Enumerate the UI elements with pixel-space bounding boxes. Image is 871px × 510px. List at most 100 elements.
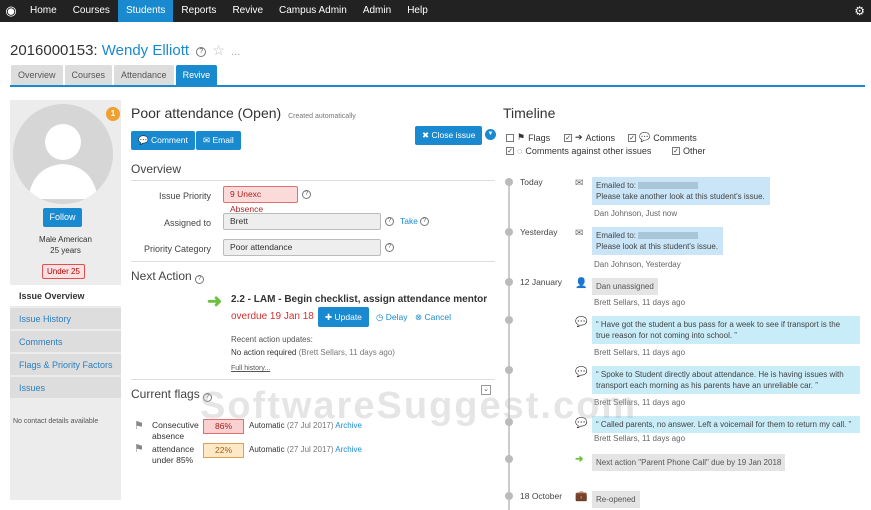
help-icon[interactable]: ?	[385, 243, 394, 252]
overview-heading: Overview	[131, 162, 182, 176]
help-icon[interactable]: ?	[203, 393, 213, 402]
comment-line-2: transport each morning as his parents ha…	[596, 381, 818, 390]
more-ellipsis[interactable]: ...	[231, 46, 240, 58]
help-icon[interactable]: ?	[195, 275, 205, 284]
gear-icon[interactable]: ⚙	[854, 4, 865, 18]
checkbox[interactable]: ✓	[672, 147, 680, 155]
comment-button[interactable]: 💬 Comment	[131, 131, 195, 150]
filter-flags-label: Flags	[528, 132, 551, 143]
envelope-icon: ✉	[575, 178, 584, 189]
email-body: Please take another look at this student…	[596, 192, 765, 201]
delay-link[interactable]: ◷ Delay	[376, 312, 408, 323]
sidebar-item-comments[interactable]: Comments	[10, 331, 121, 354]
nav-home[interactable]: Home	[22, 0, 65, 22]
comment-line-1: “ Spoke to Student directly about attend…	[596, 370, 844, 379]
nav-help[interactable]: Help	[399, 0, 436, 22]
comment-icon: 💬	[639, 132, 651, 142]
nav-reports[interactable]: Reports	[173, 0, 224, 22]
email-recipient-label: Emailed to:	[596, 180, 766, 191]
issue-title-text: Poor attendance (Open)	[131, 105, 282, 121]
student-tabs: Overview Courses Attendance Revive	[11, 65, 218, 85]
filter-comments[interactable]: ✓ 💬 Comments	[628, 132, 697, 143]
comment-line-2: true reason for not coming into school. …	[596, 331, 737, 340]
timeline-meta: Brett Sellars, 11 days ago	[594, 398, 686, 407]
comment-outline-icon: ◌	[517, 146, 523, 156]
close-issue-button[interactable]: ✖ Close issue	[415, 126, 483, 145]
take-link[interactable]: Take	[400, 216, 418, 226]
sidebar-item-issues[interactable]: Issues	[10, 377, 121, 400]
cancel-label: Cancel	[424, 312, 451, 322]
tab-overview[interactable]: Overview	[11, 65, 63, 85]
star-icon[interactable]: ☆	[212, 42, 225, 58]
envelope-icon: ✉	[575, 228, 584, 239]
recent-updates-label: Recent action updates:	[231, 335, 313, 344]
email-body: Please look at this student's issue.	[596, 242, 719, 251]
plus-icon: ✚	[325, 312, 333, 322]
nav-revive[interactable]: Revive	[224, 0, 271, 22]
checkbox[interactable]	[506, 133, 514, 142]
filter-actions[interactable]: ✓ ➔ Actions	[564, 132, 615, 143]
filter-other-issues-label: Comments against other issues	[525, 146, 652, 156]
sidebar-item-issue-overview[interactable]: Issue Overview	[10, 285, 121, 308]
flag-source: Automatic	[249, 445, 285, 454]
timeline-reopened-entry: Re-opened	[592, 491, 640, 508]
divider	[131, 180, 495, 181]
flag-percentage: 22%	[203, 443, 244, 458]
timeline-unassign-entry: Dan unassigned	[592, 278, 658, 295]
filter-other[interactable]: ✓ Other	[672, 146, 706, 156]
chevron-down-icon[interactable]: ▼	[485, 129, 496, 140]
demographics: Male American 25 years	[10, 234, 121, 256]
timeline-comment-entry: “ Called parents, no answer. Left a voic…	[592, 416, 860, 433]
student-sidebar: 1 Follow Male American 25 years Under 25…	[10, 100, 121, 500]
archive-link[interactable]: Archive	[335, 445, 362, 454]
redacted-email	[638, 232, 699, 239]
assigned-select[interactable]: Brett	[223, 213, 381, 230]
overdue-text: overdue 19 Jan 18	[231, 311, 314, 322]
nav-courses[interactable]: Courses	[65, 0, 118, 22]
nav-campus-admin[interactable]: Campus Admin	[271, 0, 355, 22]
help-icon[interactable]: ?	[302, 190, 311, 199]
follow-button[interactable]: Follow	[43, 208, 82, 227]
delay-label: Delay	[385, 312, 408, 322]
divider	[131, 379, 495, 380]
cancel-icon: ⊗	[415, 312, 423, 322]
timeline-dot	[505, 366, 513, 374]
category-select[interactable]: Poor attendance	[223, 239, 381, 256]
student-name[interactable]: Wendy Elliott	[102, 42, 189, 59]
tab-revive[interactable]: Revive	[175, 65, 218, 85]
clock-icon: ◷	[376, 312, 384, 322]
nav-students[interactable]: Students	[117, 0, 174, 22]
flag-row: ⚑ Consecutive absence 86% Automatic (27 …	[131, 418, 495, 444]
tab-courses[interactable]: Courses	[64, 65, 113, 85]
full-history-link[interactable]: Full history...	[231, 365, 270, 372]
timeline-dot	[505, 492, 513, 500]
envelope-icon: ✉	[203, 135, 211, 145]
filter-other-issues[interactable]: ✓ ◌ Comments against other issues	[506, 146, 651, 156]
archive-link[interactable]: Archive	[335, 421, 362, 430]
flag-meta: Automatic (27 Jul 2017) Archive	[249, 445, 362, 454]
update-button[interactable]: ✚ Update	[318, 307, 369, 327]
checkbox[interactable]: ✓	[506, 147, 514, 155]
timeline-email-entry: Emailed to: Please look at this student'…	[592, 227, 723, 255]
nav-admin[interactable]: Admin	[355, 0, 399, 22]
tab-attendance[interactable]: Attendance	[114, 65, 174, 85]
expand-icon[interactable]: ⌄	[481, 385, 491, 395]
current-flags-heading-text: Current flags	[131, 387, 200, 401]
next-action-title: 2.2 - LAM - Begin checklist, assign atte…	[231, 294, 488, 305]
help-icon[interactable]: ?	[420, 217, 429, 226]
help-icon[interactable]: ?	[385, 217, 394, 226]
briefcase-icon: 💼	[575, 491, 588, 502]
email-recipient-label: Emailed to:	[596, 230, 719, 241]
timeline-title: Timeline	[503, 105, 556, 121]
filter-other-label: Other	[683, 146, 706, 156]
help-icon[interactable]: ?	[196, 47, 207, 57]
sidebar-item-flags[interactable]: Flags & Priority Factors	[10, 354, 121, 377]
checkbox[interactable]: ✓	[564, 133, 572, 142]
cancel-link[interactable]: ⊗ Cancel	[415, 312, 451, 323]
app-logo-icon[interactable]: ◉	[0, 0, 22, 22]
sidebar-item-issue-history[interactable]: Issue History	[10, 308, 121, 331]
filter-comments-label: Comments	[653, 132, 697, 143]
email-button[interactable]: ✉ Email	[196, 131, 241, 150]
checkbox[interactable]: ✓	[628, 133, 636, 142]
filter-flags[interactable]: ⚑ Flags	[506, 132, 550, 143]
